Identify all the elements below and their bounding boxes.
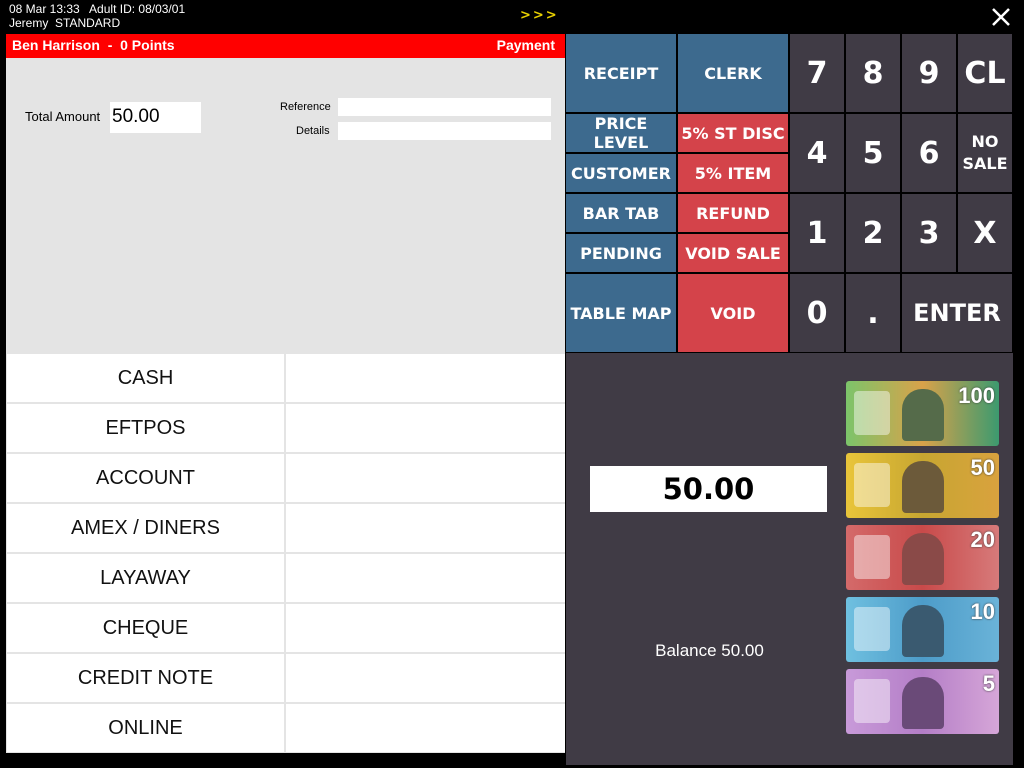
banknote-20-button[interactable]: 20 <box>846 525 999 590</box>
total-amount-field[interactable]: 50.00 <box>110 102 201 133</box>
tender-cheque-button[interactable]: CHEQUE <box>7 604 284 652</box>
banknote-value: 5 <box>982 671 995 696</box>
details-input[interactable] <box>338 122 551 140</box>
tender-row: AMEX / DINERS <box>6 503 565 552</box>
keypad-clear[interactable]: CL <box>958 34 1012 112</box>
banknote-50-button[interactable]: 50 <box>846 453 999 518</box>
tender-list: CASH EFTPOS ACCOUNT AMEX / DINERS LAYAWA… <box>6 353 565 753</box>
keypad-1[interactable]: 1 <box>790 194 844 272</box>
no-sale-label-2: SALE <box>962 154 1008 173</box>
tender-row: CASH <box>6 353 565 402</box>
no-sale-label-1: NO <box>971 132 999 151</box>
price-level-button[interactable]: PRICE LEVEL <box>566 114 676 152</box>
keypad-2[interactable]: 2 <box>846 194 900 272</box>
tender-row: LAYAWAY <box>6 553 565 602</box>
banknote-5-button[interactable]: 5 <box>846 669 999 734</box>
top-bar: 08 Mar 13:33 Adult ID: 08/03/01 Jeremy S… <box>0 0 1024 34</box>
item-discount-button[interactable]: 5% ITEM <box>678 154 788 192</box>
banknote-value: 20 <box>970 527 995 552</box>
payment-info-panel: Total Amount 50.00 Reference Details <box>6 58 565 353</box>
tender-online-button[interactable]: ONLINE <box>7 704 284 752</box>
keypad-9[interactable]: 9 <box>902 34 956 112</box>
customer-name-points: Ben Harrison - 0 Points <box>12 37 175 53</box>
pending-button[interactable]: PENDING <box>566 234 676 272</box>
tender-amount <box>286 654 565 702</box>
cash-panel: 50.00 Balance 50.00 100 50 20 10 5 <box>566 353 1013 765</box>
reference-input[interactable] <box>338 98 551 116</box>
clerk-button[interactable]: CLERK <box>678 34 788 112</box>
tender-amount <box>286 404 565 452</box>
tender-row: EFTPOS <box>6 403 565 452</box>
keypad-multiply[interactable]: X <box>958 194 1012 272</box>
tender-cash-button[interactable]: CASH <box>7 354 284 402</box>
banknote-100-button[interactable]: 100 <box>846 381 999 446</box>
tender-row: ACCOUNT <box>6 453 565 502</box>
tender-row: CREDIT NOTE <box>6 653 565 702</box>
keypad-6[interactable]: 6 <box>902 114 956 192</box>
tender-amex-diners-button[interactable]: AMEX / DINERS <box>7 504 284 552</box>
details-label: Details <box>296 125 330 137</box>
keypad-7[interactable]: 7 <box>790 34 844 112</box>
total-amount-label: Total Amount <box>25 109 101 124</box>
banknote-value: 100 <box>958 383 995 408</box>
balance-label: Balance 50.00 <box>655 641 764 660</box>
tender-amount <box>286 604 565 652</box>
keypad-0[interactable]: 0 <box>790 274 844 352</box>
keypad-4[interactable]: 4 <box>790 114 844 192</box>
tender-amount <box>286 504 565 552</box>
tender-account-button[interactable]: ACCOUNT <box>7 454 284 502</box>
keypad-decimal[interactable]: . <box>846 274 900 352</box>
tender-amount-display[interactable]: 50.00 <box>590 466 827 512</box>
tender-amount <box>286 354 565 402</box>
enter-button[interactable]: ENTER <box>902 274 1012 352</box>
table-map-button[interactable]: TABLE MAP <box>566 274 676 352</box>
tender-amount <box>286 554 565 602</box>
refund-button[interactable]: REFUND <box>678 194 788 232</box>
date-id-info: 08 Mar 13:33 Adult ID: 08/03/01 <box>9 2 186 16</box>
keypad-5[interactable]: 5 <box>846 114 900 192</box>
bar-tab-button[interactable]: BAR TAB <box>566 194 676 232</box>
tender-amount <box>286 454 565 502</box>
void-button[interactable]: VOID <box>678 274 788 352</box>
more-button[interactable]: >>> <box>520 8 559 23</box>
receipt-button[interactable]: RECEIPT <box>566 34 676 112</box>
banknote-10-button[interactable]: 10 <box>846 597 999 662</box>
clerk-info: Jeremy STANDARD <box>9 16 121 30</box>
customer-bar[interactable]: Ben Harrison - 0 Points Payment <box>6 34 565 58</box>
banknote-value: 50 <box>970 455 995 480</box>
tender-amount <box>286 704 565 752</box>
tender-layaway-button[interactable]: LAYAWAY <box>7 554 284 602</box>
tender-eftpos-button[interactable]: EFTPOS <box>7 404 284 452</box>
banknote-value: 10 <box>970 599 995 624</box>
close-icon[interactable] <box>988 4 1014 30</box>
customer-button[interactable]: CUSTOMER <box>566 154 676 192</box>
store-discount-button[interactable]: 5% ST DISC <box>678 114 788 152</box>
no-sale-button[interactable]: NO SALE <box>958 114 1012 192</box>
void-sale-button[interactable]: VOID SALE <box>678 234 788 272</box>
mode-label: Payment <box>496 37 555 53</box>
tender-row: CHEQUE <box>6 603 565 652</box>
bottom-strip <box>0 753 566 768</box>
reference-label: Reference <box>280 101 331 113</box>
tender-row: ONLINE <box>6 703 565 752</box>
keypad-8[interactable]: 8 <box>846 34 900 112</box>
tender-credit-note-button[interactable]: CREDIT NOTE <box>7 654 284 702</box>
keypad-3[interactable]: 3 <box>902 194 956 272</box>
